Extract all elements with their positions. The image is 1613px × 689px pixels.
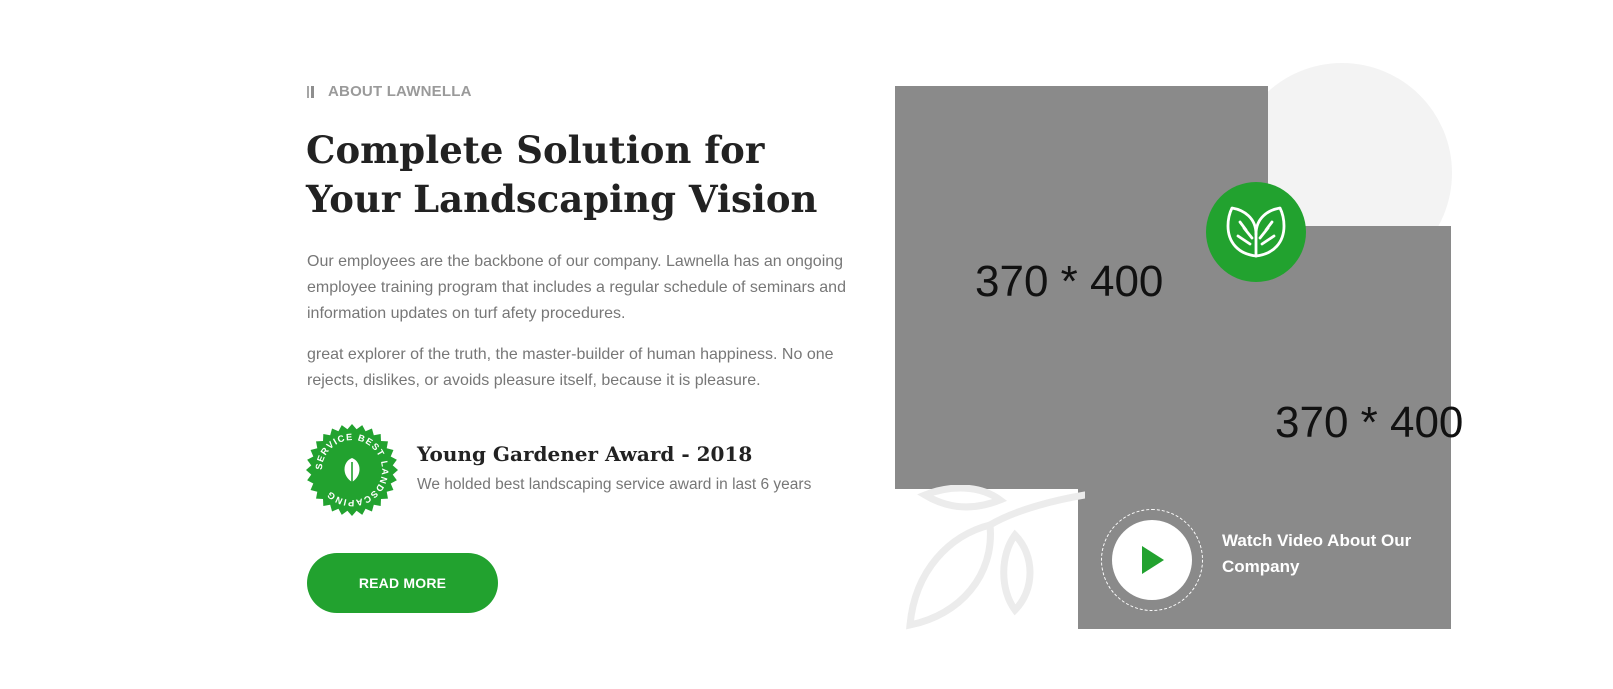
double-bar-icon	[307, 85, 314, 98]
leaf-outline-icon	[905, 484, 1089, 630]
section-heading: Complete Solution for Your Landscaping V…	[306, 128, 818, 221]
primary-image: 370 * 400	[895, 86, 1268, 489]
secondary-image-placeholder: 370 * 400	[1275, 398, 1464, 447]
award-title: Young Gardener Award - 2018	[417, 442, 753, 466]
section-subtitle: ABOUT LAWNELLA	[307, 83, 472, 100]
award-description: We holded best landscaping service award…	[417, 476, 812, 493]
leaves-icon	[1226, 206, 1286, 258]
primary-image-placeholder: 370 * 400	[975, 257, 1164, 306]
about-paragraph-2: great explorer of the truth, the master-…	[307, 346, 834, 389]
subtitle-text: ABOUT LAWNELLA	[328, 83, 472, 100]
play-icon	[1142, 546, 1164, 574]
play-button-circle[interactable]	[1112, 520, 1192, 600]
about-paragraph-1: Our employees are the backbone of our co…	[307, 253, 846, 322]
award-seal-icon: SERVICE BEST LANDSCAPING	[306, 424, 398, 516]
leaves-badge	[1206, 182, 1306, 282]
read-more-button[interactable]: READ MORE	[307, 553, 498, 613]
watch-video-label[interactable]: Watch Video About Our Company	[1222, 528, 1432, 580]
play-video-button[interactable]	[1101, 509, 1203, 611]
